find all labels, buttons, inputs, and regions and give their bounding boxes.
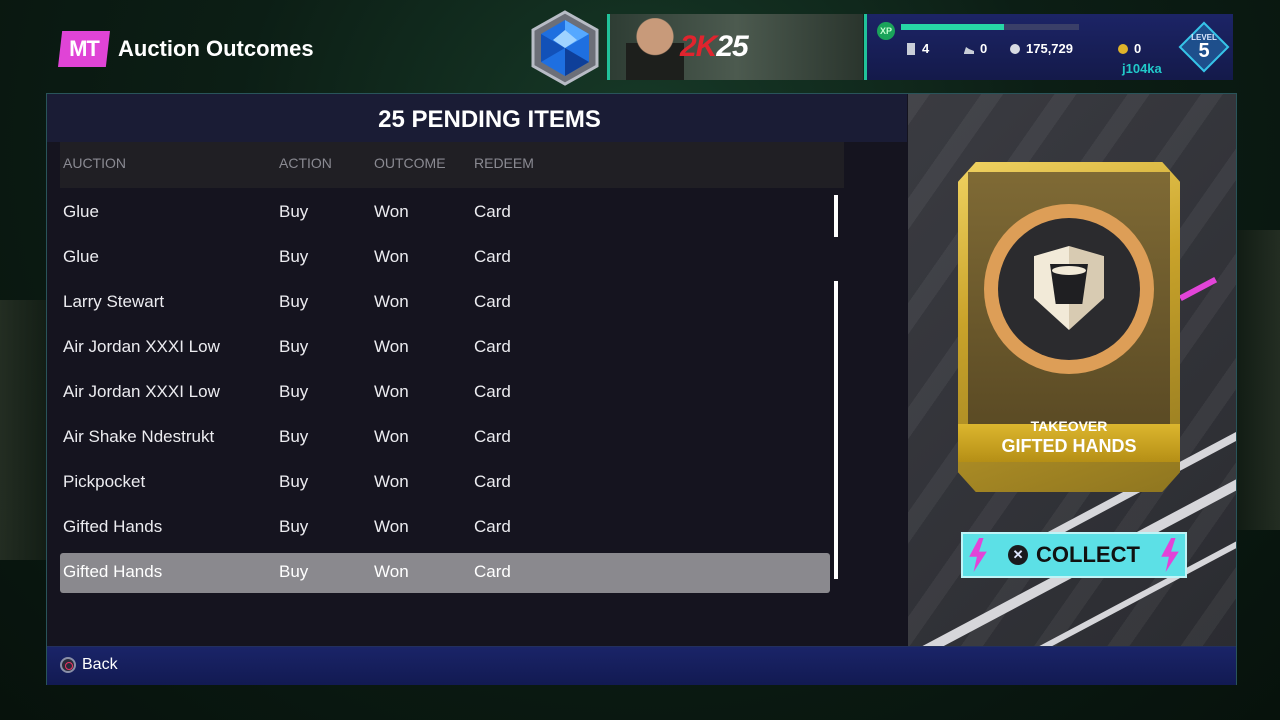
- column-redeem: REDEEM: [474, 155, 534, 171]
- vc-stat: 175,729: [1009, 41, 1073, 56]
- action-cell: Buy: [279, 202, 309, 221]
- column-outcome: OUTCOME: [374, 155, 446, 171]
- footer-bar: Back: [47, 646, 1236, 685]
- card-icon: [905, 42, 917, 55]
- shoe-stat: 0: [963, 41, 987, 56]
- action-cell: Buy: [279, 562, 309, 581]
- action-cell: Buy: [279, 247, 309, 266]
- nba2k25-banner: 2K25: [607, 14, 863, 80]
- outcome-cell: Won: [374, 202, 409, 221]
- background-crowd-right: [1230, 230, 1280, 530]
- nba2k25-logo: 2K25: [680, 30, 749, 63]
- mt-logo-badge: MT: [58, 31, 110, 67]
- redeem-cell: Card: [474, 562, 511, 581]
- auction-outcomes-panel: 25 PENDING ITEMS AUCTION ACTION OUTCOME …: [46, 93, 1237, 685]
- column-action: ACTION: [279, 155, 332, 171]
- table-row[interactable]: Air Jordan XXXI Low Buy Won Card: [60, 370, 830, 415]
- redeem-cell: Card: [474, 382, 511, 401]
- outcome-cell: Won: [374, 517, 409, 536]
- username: j104ka: [1122, 61, 1162, 76]
- level-number: 5: [1198, 40, 1210, 62]
- gifted-hands-badge-icon: [984, 204, 1154, 374]
- table-row[interactable]: Air Jordan XXXI Low Buy Won Card: [60, 325, 830, 370]
- mt-coins-stat: 0: [1117, 41, 1141, 56]
- redeem-cell: Card: [474, 472, 511, 491]
- redeem-cell: Card: [474, 202, 511, 221]
- auction-cell: Gifted Hands: [63, 517, 163, 536]
- outcome-cell: Won: [374, 247, 409, 266]
- auction-cell: Gifted Hands: [63, 562, 163, 581]
- page-title: Auction Outcomes: [118, 36, 314, 61]
- auction-cell: Glue: [63, 202, 99, 221]
- collect-label: COLLECT: [1036, 542, 1140, 567]
- action-cell: Buy: [279, 427, 309, 446]
- level-badge: LEVEL 5: [1178, 21, 1230, 73]
- redeem-cell: Card: [474, 427, 511, 446]
- auction-cell: Pickpocket: [63, 472, 146, 491]
- action-cell: Buy: [279, 517, 309, 536]
- table-header: AUCTION ACTION OUTCOME REDEEM: [60, 142, 844, 188]
- redeem-cell: Card: [474, 517, 511, 536]
- outcome-cell: Won: [374, 382, 409, 401]
- outcome-cell: Won: [374, 337, 409, 356]
- column-auction: AUCTION: [63, 155, 126, 171]
- outcome-cell: Won: [374, 562, 409, 581]
- vc-coin-icon: [1009, 43, 1021, 55]
- page-header: MT Auction Outcomes: [58, 31, 314, 67]
- redeem-cell: Card: [474, 247, 511, 266]
- cards-stat: 4: [905, 41, 929, 56]
- player-stats-panel: XP 4 0 175,729 0 j104ka LEVEL 5: [864, 14, 1233, 80]
- cross-button-icon: ✕: [1008, 545, 1029, 565]
- action-cell: Buy: [279, 292, 309, 311]
- pending-items-table: Glue Buy Won Card Glue Buy Won Card Larry Stewar…: [60, 190, 830, 593]
- table-row[interactable]: Air Shake Ndestrukt Buy Won Card: [60, 415, 830, 460]
- table-row[interactable]: Glue Buy Won Card: [60, 235, 830, 280]
- auction-cell: Air Shake Ndestrukt: [63, 427, 215, 446]
- action-cell: Buy: [279, 337, 309, 356]
- xp-icon: XP: [877, 22, 895, 40]
- table-row[interactable]: Glue Buy Won Card: [60, 190, 830, 235]
- card-name-label: GIFTED HANDS: [1001, 436, 1137, 456]
- outcome-cell: Won: [374, 292, 409, 311]
- redeem-cell: Card: [474, 292, 511, 311]
- xp-progress-bar: [901, 24, 1079, 30]
- mt-coin-icon: [1117, 43, 1129, 55]
- action-cell: Buy: [279, 382, 309, 401]
- table-row[interactable]: Gifted Hands Buy Won Card: [60, 553, 830, 593]
- xp-progress-fill: [901, 24, 1005, 30]
- lightning-bolt-icon: [969, 538, 987, 572]
- reward-card[interactable]: TAKEOVER GIFTED HANDS: [958, 162, 1180, 492]
- collect-button[interactable]: ✕ COLLECT: [961, 532, 1187, 578]
- sapphire-gem-icon: [527, 10, 603, 86]
- action-cell: Buy: [279, 472, 309, 491]
- lightning-bolt-icon: [1161, 538, 1179, 572]
- shoe-icon: [963, 43, 975, 55]
- outcome-cell: Won: [374, 427, 409, 446]
- table-row[interactable]: Pickpocket Buy Won Card: [60, 460, 830, 505]
- circle-button-icon: [60, 657, 76, 673]
- item-preview-pane: TAKEOVER GIFTED HANDS ✕ COLLECT: [908, 94, 1236, 646]
- auction-cell: Glue: [63, 247, 99, 266]
- pending-items-title: 25 PENDING ITEMS: [378, 106, 601, 133]
- auction-cell: Air Jordan XXXI Low: [63, 382, 220, 401]
- table-row[interactable]: Gifted Hands Buy Won Card: [60, 505, 830, 550]
- pending-items-list-pane: 25 PENDING ITEMS AUCTION ACTION OUTCOME …: [47, 94, 907, 646]
- auction-cell: Air Jordan XXXI Low: [63, 337, 220, 356]
- redeem-cell: Card: [474, 337, 511, 356]
- auction-cell: Larry Stewart: [63, 292, 165, 311]
- cover-athlete-image: [626, 18, 684, 80]
- outcome-cell: Won: [374, 472, 409, 491]
- card-type-label: TAKEOVER: [1030, 418, 1108, 434]
- table-row[interactable]: Larry Stewart Buy Won Card: [60, 280, 830, 325]
- back-button[interactable]: Back: [82, 656, 118, 674]
